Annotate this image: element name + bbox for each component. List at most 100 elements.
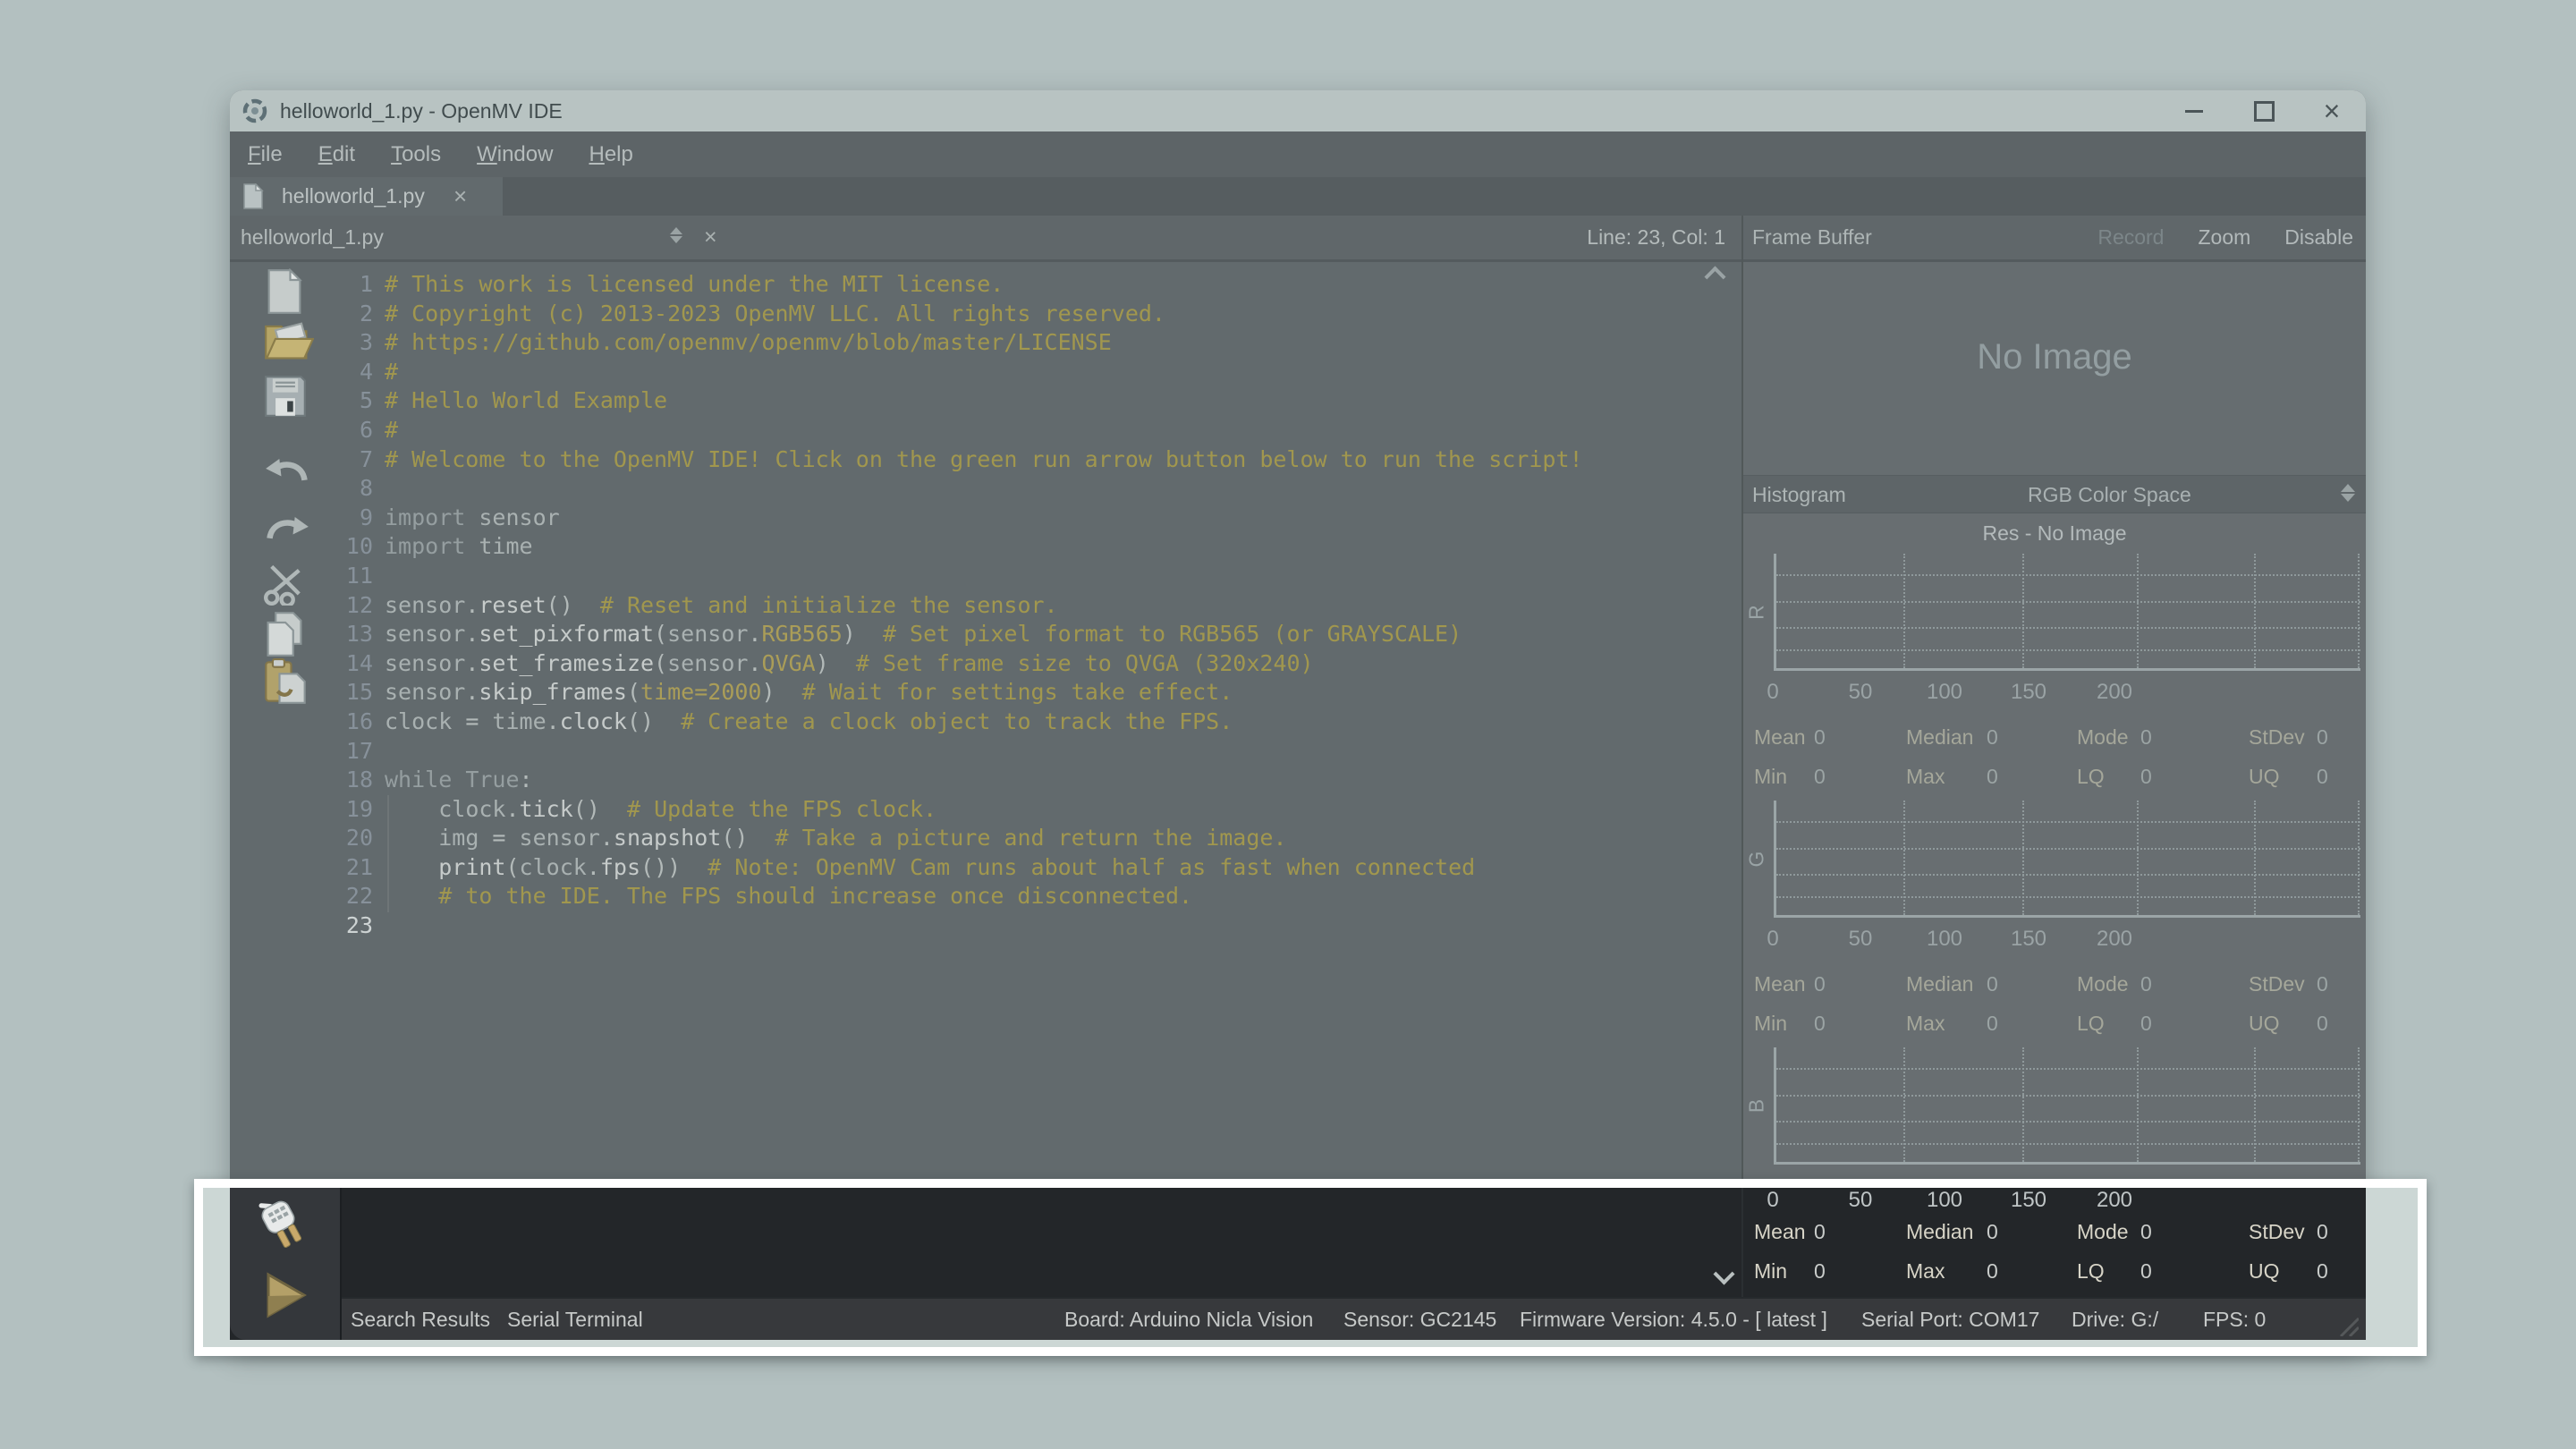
x-axis-ticks-r: 050100150200: [1774, 680, 2360, 707]
tab-helloworld[interactable]: helloworld_1.py ×: [230, 177, 503, 216]
file-switcher-arrows-icon[interactable]: [670, 225, 682, 245]
paste-button[interactable]: [264, 658, 310, 705]
open-file-name: helloworld_1.py: [241, 216, 384, 259]
new-file-button[interactable]: [264, 268, 310, 315]
stat: LQ0: [2077, 1012, 2105, 1037]
grid-line: [2254, 1047, 2256, 1162]
axis-tick-label: 200: [2097, 1188, 2132, 1213]
save-file-button[interactable]: [264, 375, 310, 421]
channel-label-g: G: [1745, 848, 1769, 871]
stat-label: Median: [1906, 1220, 1973, 1243]
grid-line: [2022, 1047, 2024, 1162]
cut-button[interactable]: [264, 563, 310, 609]
plug-icon: [253, 1197, 314, 1258]
menu-edit[interactable]: Edit: [301, 142, 373, 167]
stat-value: 0: [1987, 1012, 1998, 1036]
grid-line: [2358, 801, 2360, 915]
code-line: 17: [337, 737, 1733, 767]
file-close-icon[interactable]: ×: [704, 216, 717, 259]
menu-file[interactable]: File: [230, 142, 301, 167]
zoom-button[interactable]: Zoom: [2198, 216, 2250, 259]
serial-terminal-tab[interactable]: Serial Terminal: [507, 1299, 643, 1340]
paste-icon: [264, 658, 307, 705]
grid-line: [2254, 801, 2256, 915]
menu-help[interactable]: Help: [571, 142, 650, 167]
stat-label: LQ: [2077, 1012, 2105, 1035]
minimize-button[interactable]: [2165, 90, 2223, 131]
stat: Min0: [1754, 765, 1787, 790]
maximize-button[interactable]: [2235, 90, 2292, 131]
menu-window[interactable]: Window: [459, 142, 571, 167]
tab-strip: helloworld_1.py ×: [230, 177, 2366, 216]
disable-button[interactable]: Disable: [2284, 216, 2353, 259]
axis-tick-label: 150: [2011, 1188, 2046, 1213]
menu-tools[interactable]: Tools: [373, 142, 459, 167]
stat-value: 0: [1814, 1012, 1826, 1036]
stat-value: 0: [1987, 972, 1998, 996]
tab-label: helloworld_1.py: [282, 177, 425, 216]
code-text: #: [385, 359, 398, 385]
grid-line: [2254, 554, 2256, 668]
close-button[interactable]: ×: [2303, 90, 2360, 131]
code-text: import time: [385, 533, 533, 559]
code-text: clock = time.clock() # Create a clock ob…: [385, 708, 1233, 734]
undo-button[interactable]: [264, 453, 310, 499]
grid-line: [2137, 1047, 2139, 1162]
frame-buffer-actions: Record Zoom Disable: [2097, 216, 2353, 259]
copy-button[interactable]: [264, 611, 310, 657]
stat-label: Median: [1906, 725, 1973, 749]
grid-line: [1776, 821, 2360, 823]
stat: Mean0: [1754, 725, 1806, 750]
bottom-toolbar-column: [230, 1188, 340, 1340]
stat-value: 0: [2317, 972, 2328, 996]
histogram-plot-g: [1774, 801, 2360, 918]
stat-label: UQ: [2249, 1012, 2280, 1035]
resize-grip-icon: [2335, 1313, 2359, 1336]
stat: Mean0: [1754, 972, 1806, 997]
stat-value: 0: [2317, 1259, 2328, 1284]
line-number: 2: [337, 300, 373, 329]
no-image-label: No Image: [1743, 337, 2366, 377]
arrow-up-icon: [670, 227, 682, 234]
tab-close-icon[interactable]: ×: [453, 177, 467, 216]
grid-line: [1903, 801, 1905, 915]
stat-value: 0: [2317, 1220, 2328, 1244]
undo-icon: [264, 453, 310, 488]
stat-value: 0: [1987, 1259, 1998, 1284]
code-line: 18 while True:: [337, 766, 1733, 795]
line-number: 18: [337, 766, 373, 795]
scroll-up-icon[interactable]: [1707, 269, 1723, 284]
connect-button[interactable]: [253, 1197, 314, 1258]
color-space-dropdown[interactable]: RGB Color Space: [2028, 476, 2191, 513]
record-button[interactable]: Record: [2097, 216, 2164, 259]
stat-value: 0: [1987, 725, 1998, 750]
code-text: while True:: [385, 767, 533, 792]
stat-label: Max: [1906, 765, 1945, 788]
line-number: 21: [337, 853, 373, 883]
code-text: sensor.set_framesize(sensor.QVGA) # Set …: [385, 650, 1314, 676]
run-button[interactable]: [260, 1270, 310, 1320]
stat-value: 0: [2140, 972, 2152, 996]
axis-tick-label: 50: [1849, 927, 1873, 952]
code-text: print(clock.fps()) # Note: OpenMV Cam ru…: [385, 854, 1475, 880]
stat-value: 0: [2317, 725, 2328, 750]
status-item: Board: Arduino Nicla Vision: [1064, 1299, 1313, 1340]
stat-label: Mode: [2077, 1220, 2129, 1243]
channel-label-b: B: [1745, 1095, 1769, 1118]
play-icon: [260, 1270, 310, 1320]
stat-label: Mode: [2077, 972, 2129, 996]
open-file-button[interactable]: [264, 318, 310, 364]
line-number: 17: [337, 737, 373, 767]
histogram-title: Histogram: [1752, 476, 1846, 513]
grid-line: [1776, 1121, 2360, 1123]
axis-tick-label: 100: [1927, 680, 1962, 705]
grid-line: [1776, 649, 2360, 651]
dropdown-arrows-icon[interactable]: [2341, 482, 2355, 504]
scroll-down-icon[interactable]: [1716, 1267, 1732, 1282]
search-results-tab[interactable]: Search Results: [351, 1299, 490, 1340]
line-number: 12: [337, 591, 373, 621]
code-editor[interactable]: 1# This work is licensed under the MIT l…: [337, 270, 1733, 941]
close-icon: ×: [2324, 90, 2341, 131]
redo-button[interactable]: [264, 511, 310, 557]
axis-tick-label: 200: [2097, 927, 2132, 952]
